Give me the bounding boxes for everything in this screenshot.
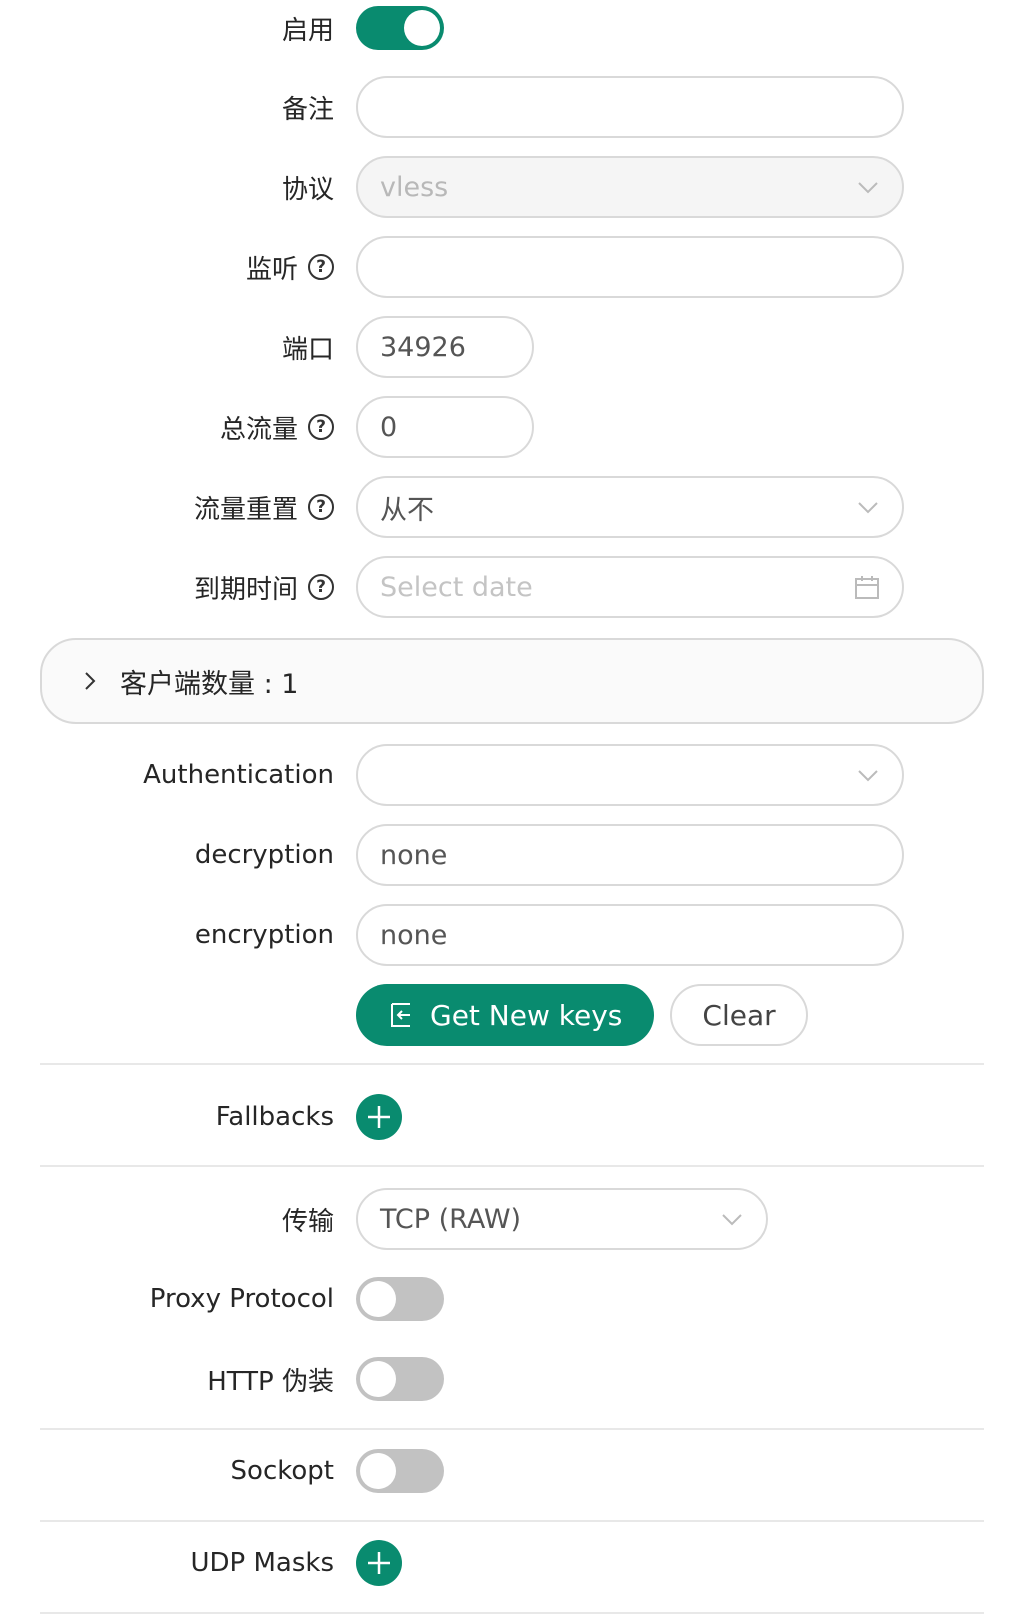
decryption-input[interactable]: none: [356, 824, 904, 886]
chevron-down-icon: [858, 182, 878, 194]
add-udp-mask-button[interactable]: [356, 1540, 402, 1586]
fallbacks-row: Fallbacks: [0, 1086, 1034, 1148]
encryption-label: encryption: [194, 920, 334, 950]
remark-label: 备注: [281, 94, 334, 125]
total-traffic-label: 总流量?: [220, 396, 334, 458]
keys-buttons-row: Get New keys Clear: [0, 984, 1034, 1046]
help-icon[interactable]: ?: [308, 574, 334, 600]
plus-icon: [368, 1552, 390, 1574]
authentication-row: Authentication: [0, 744, 1034, 806]
decryption-row: decryption none: [0, 824, 1034, 886]
switch-knob: [360, 1281, 396, 1317]
proxy-protocol-switch[interactable]: [356, 1277, 444, 1321]
chevron-right-icon: [85, 672, 96, 690]
transport-select[interactable]: TCP (RAW): [356, 1188, 768, 1250]
authentication-label: Authentication: [143, 760, 334, 790]
get-new-keys-button[interactable]: Get New keys: [356, 984, 655, 1046]
udp-masks-row: UDP Masks: [0, 1532, 1034, 1594]
total-traffic-input[interactable]: 0: [356, 396, 534, 458]
http-camouflage-switch[interactable]: [356, 1357, 444, 1401]
protocol-select[interactable]: vless: [356, 156, 904, 218]
proxy-protocol-row: Proxy Protocol: [0, 1268, 1034, 1330]
chevron-down-icon: [858, 502, 878, 514]
sockopt-switch[interactable]: [356, 1449, 444, 1493]
divider: [40, 1063, 984, 1065]
enable-label: 启用: [281, 15, 334, 46]
sockopt-row: Sockopt: [0, 1440, 1034, 1502]
calendar-icon: [855, 576, 879, 599]
expiry-row: 到期时间? Select date: [0, 556, 1034, 618]
clear-button[interactable]: Clear: [670, 984, 808, 1046]
expiry-date-picker[interactable]: Select date: [356, 556, 904, 618]
fallbacks-label: Fallbacks: [215, 1102, 334, 1132]
divider: [40, 1612, 984, 1614]
sockopt-label: Sockopt: [230, 1456, 334, 1486]
help-icon[interactable]: ?: [308, 494, 334, 520]
enable-switch[interactable]: [356, 6, 444, 50]
divider: [40, 1428, 984, 1430]
proxy-protocol-label: Proxy Protocol: [149, 1284, 334, 1314]
http-camouflage-row: HTTP 伪装: [0, 1348, 1034, 1410]
encryption-input[interactable]: none: [356, 904, 904, 966]
switch-knob: [360, 1361, 396, 1397]
help-icon[interactable]: ?: [308, 414, 334, 440]
import-icon: [391, 1003, 410, 1027]
plus-icon: [368, 1106, 390, 1128]
divider: [40, 1165, 984, 1167]
protocol-label: 协议: [281, 174, 334, 205]
port-input[interactable]: 34926: [356, 316, 534, 378]
port-label: 端口: [281, 334, 334, 365]
expiry-label: 到期时间?: [194, 556, 334, 618]
listen-input[interactable]: [356, 236, 904, 298]
transport-row: 传输 TCP (RAW): [0, 1188, 1034, 1250]
listen-label: 监听?: [246, 236, 334, 298]
udp-masks-label: UDP Masks: [190, 1548, 334, 1578]
total-traffic-row: 总流量? 0: [0, 396, 1034, 458]
encryption-row: encryption none: [0, 904, 1034, 966]
remark-row: 备注: [0, 76, 1034, 138]
traffic-reset-label: 流量重置?: [194, 476, 334, 538]
remark-input[interactable]: [356, 76, 904, 138]
listen-row: 监听?: [0, 236, 1034, 298]
port-row: 端口 34926: [0, 316, 1034, 378]
traffic-reset-select[interactable]: 从不: [356, 476, 904, 538]
protocol-row: 协议 vless: [0, 156, 1034, 218]
help-icon[interactable]: ?: [308, 254, 334, 280]
divider: [40, 1520, 984, 1522]
switch-knob: [360, 1453, 396, 1489]
authentication-select[interactable]: [356, 744, 904, 806]
decryption-label: decryption: [194, 840, 334, 870]
traffic-reset-row: 流量重置? 从不: [0, 476, 1034, 538]
http-camouflage-label: HTTP 伪装: [207, 1366, 334, 1397]
transport-label: 传输: [281, 1206, 334, 1237]
add-fallback-button[interactable]: [356, 1094, 402, 1140]
clients-count: 客户端数量 : 1: [120, 668, 299, 700]
enable-row: 启用: [0, 0, 1034, 59]
chevron-down-icon: [722, 1214, 742, 1226]
clients-collapse-header[interactable]: 客户端数量 : 1: [40, 638, 984, 724]
chevron-down-icon: [858, 770, 878, 782]
switch-knob: [404, 10, 440, 46]
